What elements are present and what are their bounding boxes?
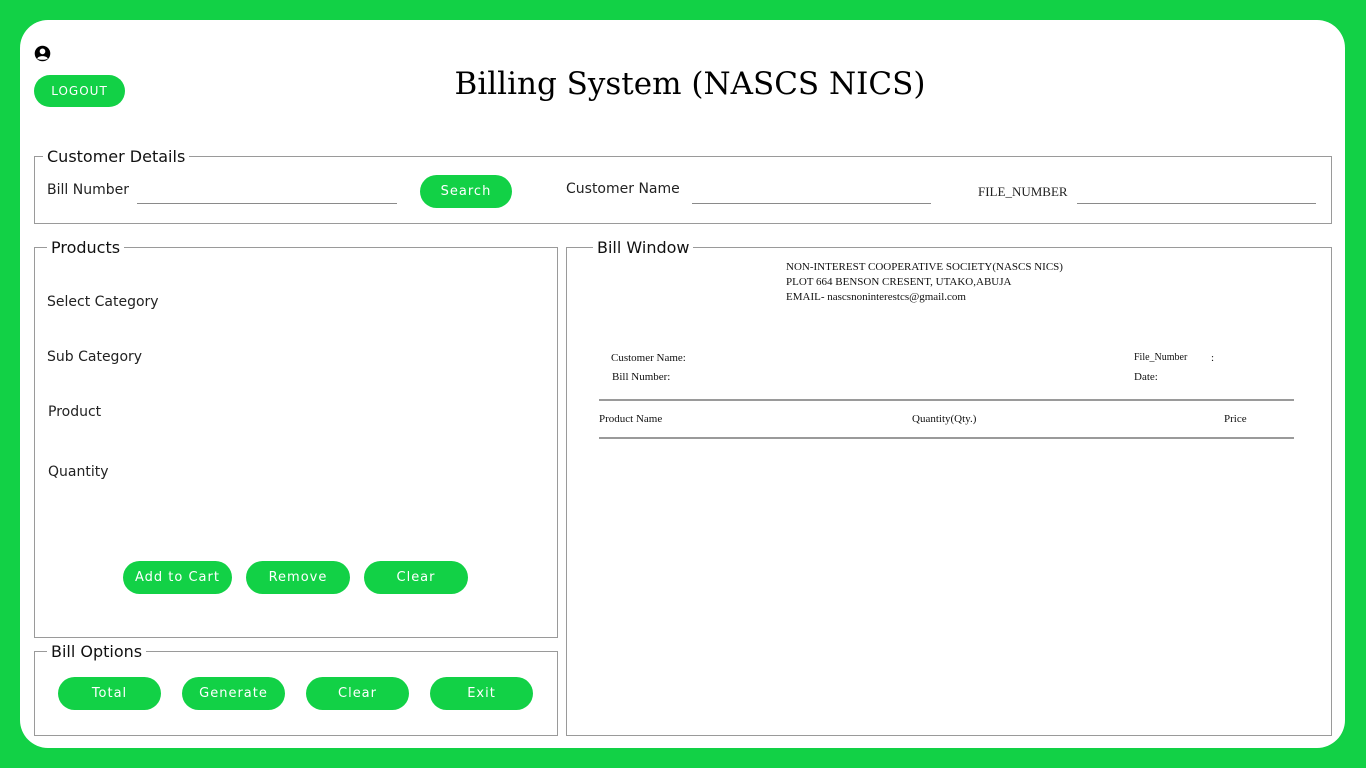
bill-bill-number-label: Bill Number: <box>612 371 671 383</box>
total-button[interactable]: Total <box>58 677 161 710</box>
search-button[interactable]: Search <box>420 175 512 208</box>
bill-file-number-label: File_Number <box>1134 352 1188 363</box>
remove-button[interactable]: Remove <box>246 561 350 594</box>
file-number-input[interactable] <box>1077 181 1316 204</box>
select-category-label: Select Category <box>47 294 159 310</box>
bill-options-legend: Bill Options <box>51 642 143 661</box>
bill-col-quantity: Quantity(Qty.) <box>912 413 977 425</box>
bill-number-label: Bill Number <box>47 182 129 198</box>
user-circle-icon[interactable] <box>34 45 51 62</box>
logout-button[interactable]: LOGOUT <box>34 75 125 107</box>
clear-bill-button[interactable]: Clear <box>306 677 409 710</box>
bill-header-top-divider <box>599 399 1294 401</box>
customer-name-input[interactable] <box>692 181 931 204</box>
org-name: NON-INTEREST COOPERATIVE SOCIETY(NASCS N… <box>786 261 1063 273</box>
customer-name-label: Customer Name <box>566 181 680 197</box>
sub-category-label: Sub Category <box>47 349 143 365</box>
bill-header-bottom-divider <box>599 437 1294 439</box>
bill-col-price: Price <box>1224 413 1247 425</box>
file-number-label: FILE_NUMBER <box>978 184 1068 199</box>
bill-file-number-separator: : <box>1211 352 1215 364</box>
bill-window-panel: Bill Window <box>566 238 1332 736</box>
clear-cart-button[interactable]: Clear <box>364 561 468 594</box>
bill-customer-name-label: Customer Name: <box>611 352 686 364</box>
add-to-cart-button[interactable]: Add to Cart <box>123 561 232 594</box>
bill-number-input[interactable] <box>137 181 397 204</box>
product-label: Product <box>48 404 102 420</box>
generate-button[interactable]: Generate <box>182 677 285 710</box>
bill-date-label: Date: <box>1134 371 1158 383</box>
bill-col-product-name: Product Name <box>599 413 663 425</box>
exit-button[interactable]: Exit <box>430 677 533 710</box>
quantity-label: Quantity <box>48 464 109 480</box>
page-title: Billing System (NASCS NICS) <box>454 66 926 102</box>
bill-window-legend: Bill Window <box>597 238 690 257</box>
org-address: PLOT 664 BENSON CRESENT, UTAKO,ABUJA <box>786 276 1012 288</box>
org-email: EMAIL- nascsnoninterestcs@gmail.com <box>786 291 966 303</box>
products-legend: Products <box>51 238 121 257</box>
customer-details-legend: Customer Details <box>47 147 186 166</box>
